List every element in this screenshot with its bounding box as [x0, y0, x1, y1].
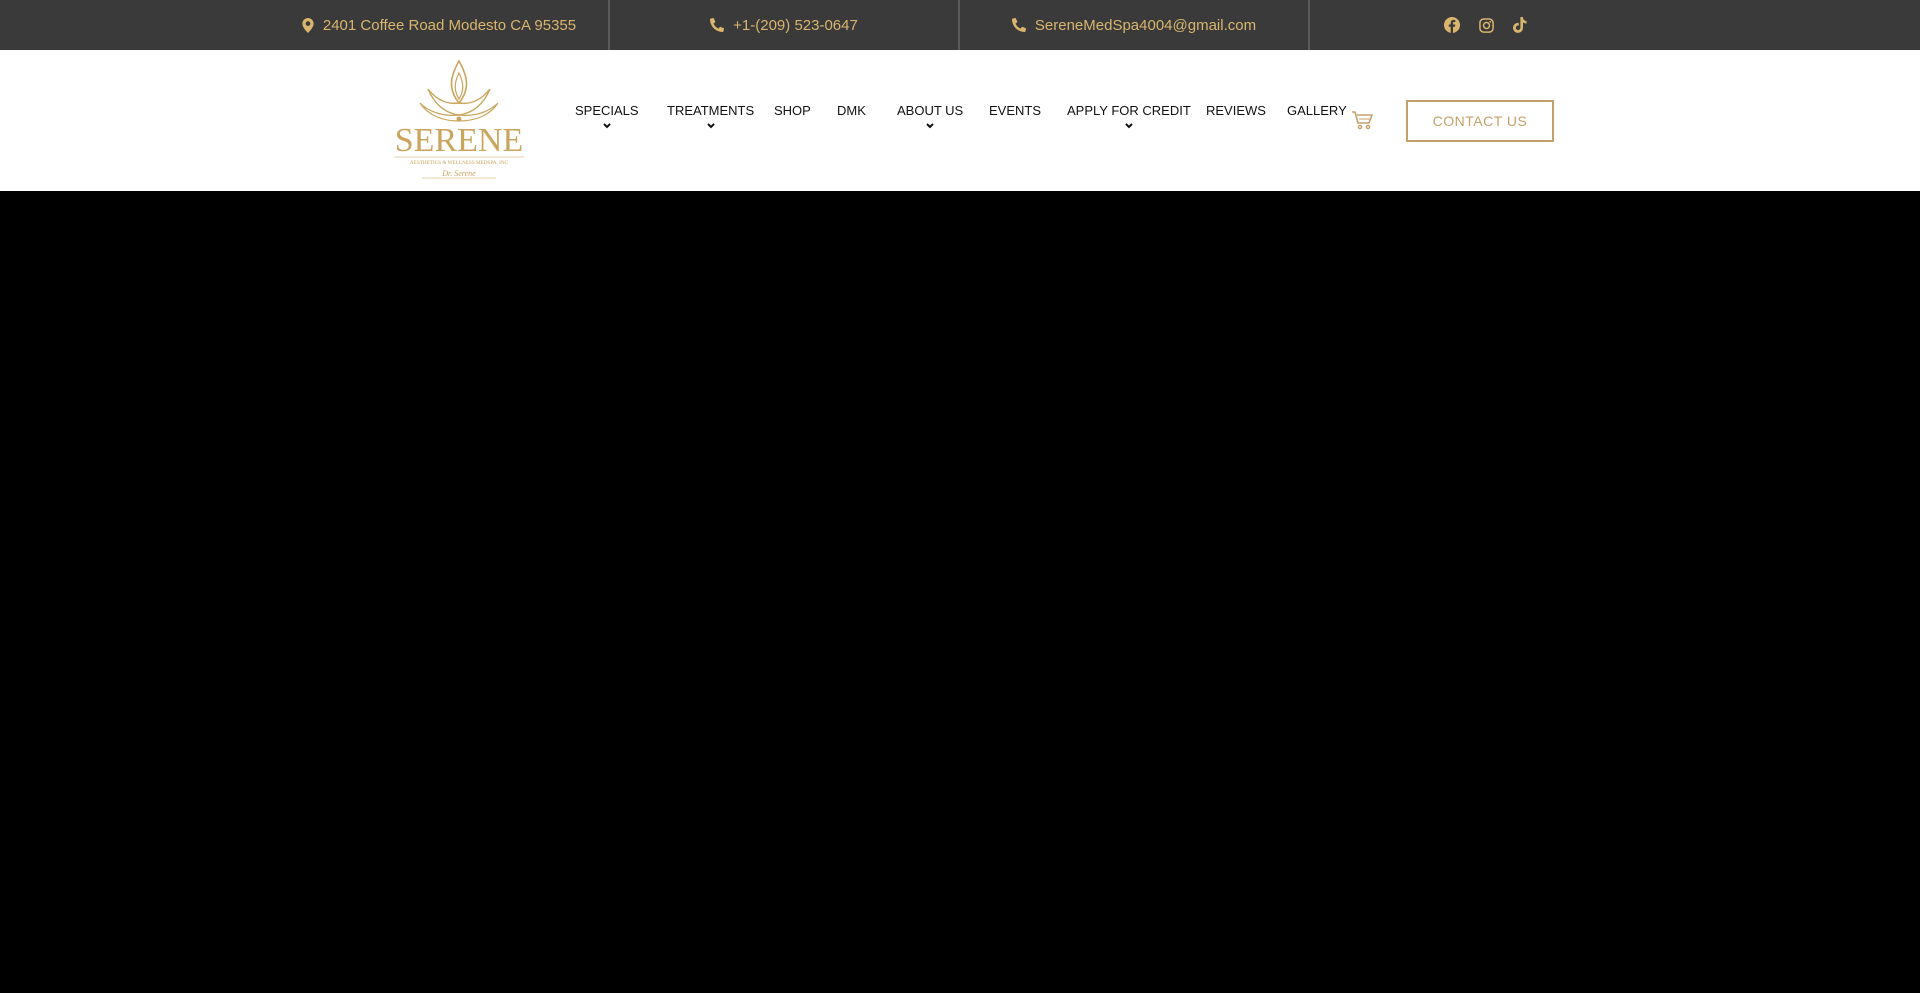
chevron-down-icon	[1125, 123, 1133, 129]
logo-tagline: AESTHETICS & WELLNESS MEDSPA, INC	[410, 160, 509, 166]
nav-item-reviews[interactable]: REVIEWS	[1206, 103, 1266, 118]
logo-signature: Dr. Serene	[441, 169, 476, 178]
nav-item-events[interactable]: EVENTS	[989, 103, 1041, 118]
nav-item-treatments[interactable]: TREATMENTS	[667, 103, 754, 129]
hero-section	[0, 191, 1920, 993]
nav-item-label: SPECIALS	[575, 103, 639, 118]
nav-item-label: SHOP	[774, 103, 811, 118]
social-links	[1310, 0, 1660, 50]
nav-item-specials[interactable]: SPECIALS	[575, 103, 639, 129]
site-header: SERENE AESTHETICS & WELLNESS MEDSPA, INC…	[0, 50, 1920, 191]
nav-item-gallery[interactable]: GALLERY	[1287, 103, 1347, 118]
nav-item-dmk[interactable]: DMK	[837, 103, 866, 118]
phone-icon	[710, 18, 725, 32]
address-text: 2401 Coffee Road Modesto CA 95355	[322, 16, 577, 34]
nav-item-label: ABOUT US	[897, 103, 964, 118]
nav-item-label: TREATMENTS	[667, 103, 755, 118]
nav-item-label: REVIEWS	[1206, 103, 1266, 118]
chevron-down-icon	[603, 123, 611, 129]
facebook-icon[interactable]	[1443, 17, 1460, 33]
nav-item-label: GALLERY	[1287, 103, 1347, 118]
logo-brand-text: SERENE	[395, 122, 523, 159]
map-pin-icon	[302, 17, 314, 33]
nav-item-apply-for-credit[interactable]: APPLY FOR CREDIT	[1067, 103, 1191, 129]
chevron-down-icon	[926, 123, 934, 129]
address-item[interactable]: 2401 Coffee Road Modesto CA 95355	[270, 0, 608, 50]
nav-item-label: DMK	[837, 103, 866, 118]
nav-item-label: APPLY FOR CREDIT	[1067, 103, 1191, 118]
email-text: SereneMedSpa4004@gmail.com	[1034, 16, 1257, 34]
email-item[interactable]: SereneMedSpa4004@gmail.com	[960, 0, 1308, 50]
phone-item[interactable]: +1-(209) 523-0647	[610, 0, 958, 50]
cart-icon[interactable]	[1351, 110, 1373, 135]
phone-icon	[1011, 18, 1026, 32]
instagram-icon[interactable]	[1478, 17, 1494, 33]
top-info-bar: 2401 Coffee Road Modesto CA 95355 +1-(20…	[0, 0, 1920, 50]
serene-logo[interactable]: SERENE AESTHETICS & WELLNESS MEDSPA, INC…	[392, 59, 526, 183]
nav-item-about-us[interactable]: ABOUT US	[897, 103, 963, 129]
nav-item-shop[interactable]: SHOP	[774, 103, 811, 118]
phone-text: +1-(209) 523-0647	[733, 16, 858, 34]
chevron-down-icon	[706, 123, 715, 129]
nav-item-label: EVENTS	[989, 103, 1042, 118]
contact-us-button[interactable]: CONTACT US	[1406, 100, 1554, 142]
tiktok-icon[interactable]	[1512, 17, 1527, 33]
